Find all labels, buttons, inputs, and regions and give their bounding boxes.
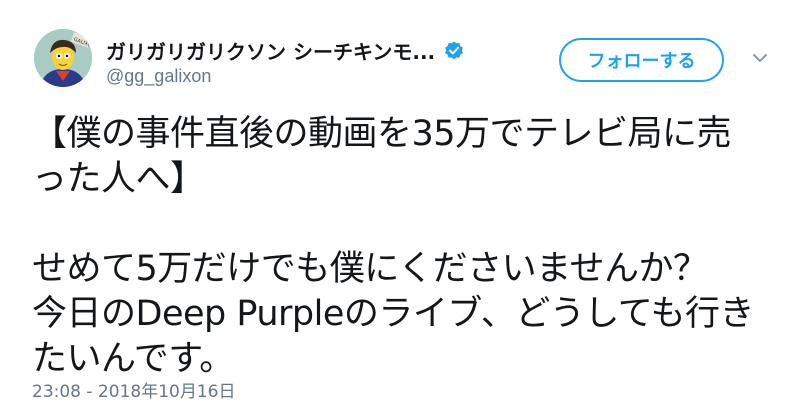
tweet-text: 【僕の事件直後の動画を35万でテレビ局に売 った人へ】 せめて5万だけでも僕にく… bbox=[32, 112, 792, 382]
avatar[interactable]: GALIXON bbox=[34, 29, 92, 87]
tweet-text-line: たいんです。 bbox=[32, 339, 234, 379]
tweet-text-line: 今日のDeep Purpleのライブ、どうしても行き bbox=[32, 294, 755, 334]
tweet-text-line bbox=[32, 202, 792, 247]
tweet-text-line: せめて5万だけでも僕にくださいませんか？ bbox=[32, 249, 708, 289]
avatar-image: GALIXON bbox=[34, 29, 92, 87]
tweet-card: GALIXON ガリガリガリクソン シーチキンモ... @gg_galixon … bbox=[0, 0, 808, 416]
follow-button[interactable]: フォローする bbox=[559, 38, 724, 82]
tweet-timestamp[interactable]: 23:08 - 2018年10月16日 bbox=[32, 377, 235, 402]
user-name-row: ガリガリガリクソン シーチキンモ... bbox=[106, 36, 465, 65]
user-handle[interactable]: @gg_galixon bbox=[106, 66, 211, 87]
verified-badge-icon bbox=[443, 40, 465, 62]
tweet-text-line: 【僕の事件直後の動画を35万でテレビ局に売 bbox=[32, 114, 732, 154]
chevron-down-icon[interactable] bbox=[752, 52, 768, 64]
display-name[interactable]: ガリガリガリクソン シーチキンモ... bbox=[106, 36, 435, 65]
tweet-text-line: った人へ】 bbox=[32, 159, 205, 199]
